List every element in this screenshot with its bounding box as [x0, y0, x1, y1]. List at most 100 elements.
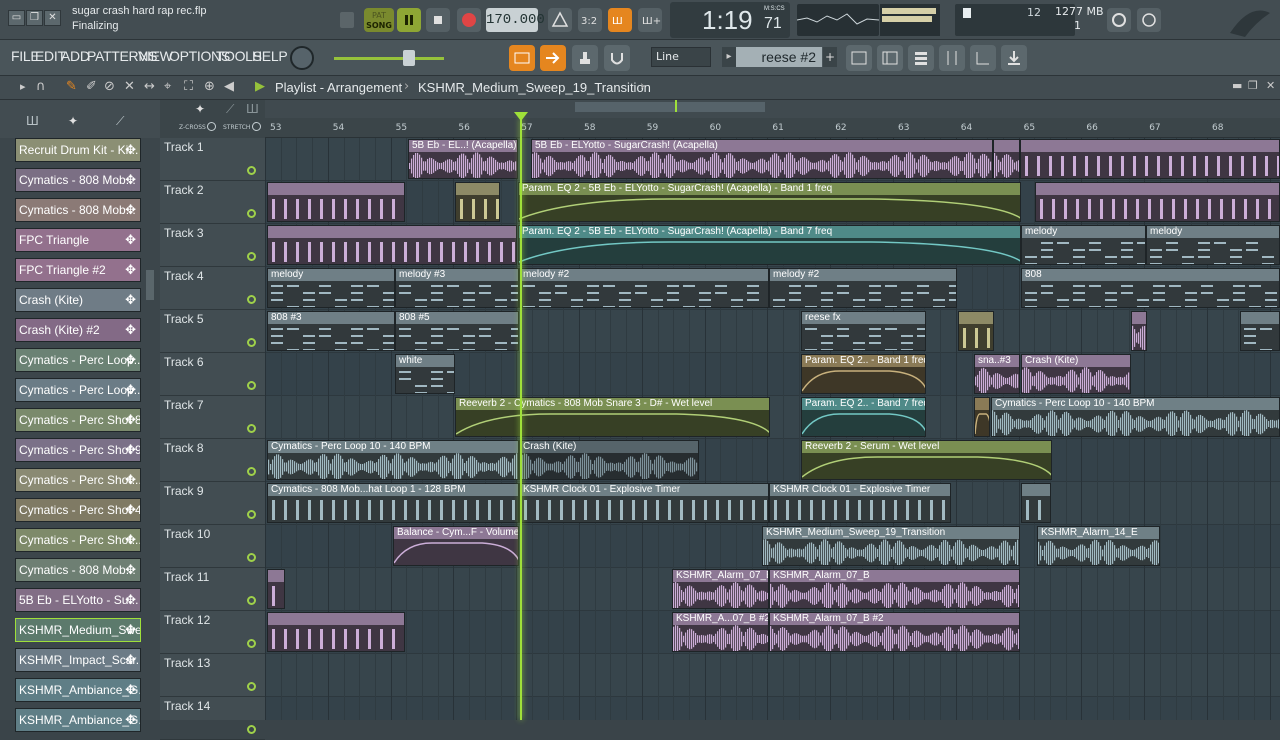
channel-button[interactable]: Crash (Kite) #2 ✥ [15, 318, 141, 342]
picker-scrollbar[interactable] [146, 270, 154, 300]
playlist-clip[interactable]: Param. EQ 2 - 5B Eb - ELYotto - SugarCra… [518, 182, 1021, 222]
track-header[interactable]: Track 14 [160, 697, 265, 740]
channel-button[interactable]: 5B Eb - ELYotto - Su... ✥ [15, 588, 141, 612]
track-mute-led[interactable] [247, 338, 256, 347]
metronome-button[interactable] [548, 8, 572, 32]
channel-button[interactable]: KSHMR_Impact_Scar... ✥ [15, 648, 141, 672]
channel-plugin-icon[interactable]: ✥ [125, 289, 136, 311]
channel-button[interactable]: Cymatics - Perc Shot 8 ✥ [15, 408, 141, 432]
channel-plugin-icon[interactable]: ✥ [125, 529, 136, 551]
track-header[interactable]: Track 2 [160, 181, 265, 224]
piano-keys-icon[interactable]: Ш [26, 114, 39, 128]
channel-plugin-icon[interactable]: ✥ [125, 319, 136, 341]
track-mute-led[interactable] [247, 295, 256, 304]
channel-plugin-icon[interactable]: ✥ [125, 679, 136, 701]
playlist-clip[interactable]: Cymatics - Perc Loop 10 - 140 BPM [267, 440, 519, 480]
playlist-clip[interactable]: reese fx [801, 311, 926, 351]
track-mute-led[interactable] [247, 510, 256, 519]
playlist-clip[interactable] [267, 612, 405, 652]
master-volume-slider[interactable] [334, 57, 444, 60]
playlist-clip[interactable] [1021, 483, 1051, 523]
browser-button[interactable] [970, 45, 996, 71]
playlist-clip[interactable]: Reeverb 2 - Serum - Wet level [801, 440, 1052, 480]
crossfade-toggle[interactable] [207, 122, 216, 131]
delete-tool-icon[interactable]: ⊘ [104, 79, 115, 94]
channel-button[interactable]: Cymatics - Perc Shot... ✥ [15, 468, 141, 492]
channel-plugin-icon[interactable]: ✥ [125, 469, 136, 491]
playlist-clip[interactable]: 5B Eb - ELYotto - SugarCrash! (Acapella) [531, 139, 993, 179]
track-header[interactable]: Track 13 [160, 654, 265, 697]
playlist-clip[interactable] [267, 225, 517, 265]
timeline-ruler[interactable]: 53 54 55 56 57 58 59 60 61 62 63 64 65 66 67 68 [265, 118, 1280, 138]
playlist-clip[interactable]: white [395, 354, 455, 394]
track-mute-led[interactable] [247, 467, 256, 476]
playlist-clip[interactable]: Reeverb 2 - Cymatics - 808 Mob Snare 3 -… [455, 397, 770, 437]
export-button[interactable] [1001, 45, 1027, 71]
mute-tool-icon[interactable]: ✕ [124, 79, 135, 94]
pattern-prev-button[interactable]: ▸ [722, 47, 736, 67]
channel-plugin-icon[interactable]: ✥ [125, 589, 136, 611]
pencil-tool-icon[interactable]: ✎ [66, 79, 77, 94]
playlist-clip[interactable]: KSHMR_A...07_B #2 [672, 612, 769, 652]
playlist-clip[interactable]: Balance - Cym...F - Volume [393, 526, 519, 566]
channel-button[interactable]: KSHMR_Medium_Swe... ✥ [15, 618, 141, 642]
panel-minimize-icon[interactable]: ▬ [1232, 79, 1242, 92]
brush-tool-icon[interactable]: ✐ [86, 79, 97, 94]
track-mute-led[interactable] [247, 424, 256, 433]
automation-icon[interactable]: ⟋ [116, 114, 124, 129]
time-display[interactable]: 1:19 M:S:CS 71 [670, 2, 790, 38]
menu-help[interactable]: HELP [252, 48, 288, 64]
pat-song-toggle[interactable]: PAT SONG [364, 8, 394, 32]
panel-maximize-icon[interactable]: ❐ [1248, 79, 1258, 92]
playlist-grid[interactable]: 5B Eb - EL..! (Acapella) 5B Eb - ELYotto … [265, 138, 1280, 720]
slice-tool-icon[interactable]: ⌖ [164, 79, 171, 94]
channel-plugin-icon[interactable]: ✥ [125, 259, 136, 281]
playlist-clip[interactable]: Cymatics - 808 Mob...hat Loop 1 - 128 BP… [267, 483, 519, 523]
magnet-tool-icon[interactable]: ∩ [36, 79, 46, 94]
pattern-selector[interactable]: reese #2 [736, 47, 822, 67]
mixer-view-button[interactable] [846, 45, 872, 71]
track-mute-led[interactable] [247, 553, 256, 562]
track-mute-led[interactable] [247, 381, 256, 390]
record-button[interactable] [457, 8, 481, 32]
playlist-clip[interactable]: 808 #3 [267, 311, 395, 351]
piano-roll-button[interactable] [877, 45, 903, 71]
playlist-clip[interactable]: Param. EQ 2.. - Band 1 freq [801, 354, 926, 394]
playlist-clip[interactable] [1131, 311, 1147, 351]
channel-button[interactable]: Cymatics - Perc Loop... ✥ [15, 348, 141, 372]
playlist-clip[interactable]: 808 #5 [395, 311, 519, 351]
channel-plugin-icon[interactable]: ✥ [125, 559, 136, 581]
track-header[interactable]: Track 6 [160, 353, 265, 396]
channel-button[interactable]: KSHMR_Ambiance_G... ✥ [15, 708, 141, 732]
playlist-clip[interactable]: Param. EQ 2 - 5B Eb - ELYotto - SugarCra… [518, 225, 1021, 265]
channel-plugin-icon[interactable]: ✥ [125, 169, 136, 191]
step-edit-button[interactable]: Ш+ [638, 8, 662, 32]
channel-button[interactable]: Cymatics - Perc Shot 4 ✥ [15, 498, 141, 522]
playlist-clip[interactable]: melody #2 [519, 268, 769, 308]
channel-button[interactable]: Cymatics - 808 Mob... ✥ [15, 168, 141, 192]
playlist-clip[interactable]: Crash (Kite) [1021, 354, 1131, 394]
chat-button[interactable] [1137, 8, 1161, 32]
keys-icon[interactable]: Ш [246, 102, 259, 116]
track-mute-led[interactable] [247, 209, 256, 218]
channel-plugin-icon[interactable]: ✥ [125, 199, 136, 221]
channel-button[interactable]: Crash (Kite) ✥ [15, 288, 141, 312]
panel-close-icon[interactable]: ✕ [1266, 79, 1275, 92]
track-header[interactable]: Track 9 [160, 482, 265, 525]
playlist-clip[interactable] [974, 397, 990, 437]
stamp-button[interactable] [572, 45, 598, 71]
playlist-clip[interactable]: melody #2 [769, 268, 957, 308]
playlist-menu-arrow-icon[interactable]: ▸ [20, 80, 26, 93]
select-tool-icon[interactable]: ⛶ [184, 79, 193, 94]
channel-rack-button[interactable] [908, 45, 934, 71]
playlist-clip[interactable] [455, 182, 500, 222]
master-pitch-knob[interactable] [290, 46, 314, 70]
scroll-icon[interactable]: ⟋ [226, 102, 234, 117]
stop-button[interactable] [426, 8, 450, 32]
channel-plugin-icon[interactable]: ✥ [125, 619, 136, 641]
channel-plugin-icon[interactable]: ✥ [125, 439, 136, 461]
playlist-clip[interactable]: Cymatics - Perc Loop 10 - 140 BPM [991, 397, 1280, 437]
plugin-icon[interactable]: ✦ [68, 114, 78, 128]
track-header[interactable]: Track 4 [160, 267, 265, 310]
playlist-clip[interactable] [958, 311, 994, 351]
